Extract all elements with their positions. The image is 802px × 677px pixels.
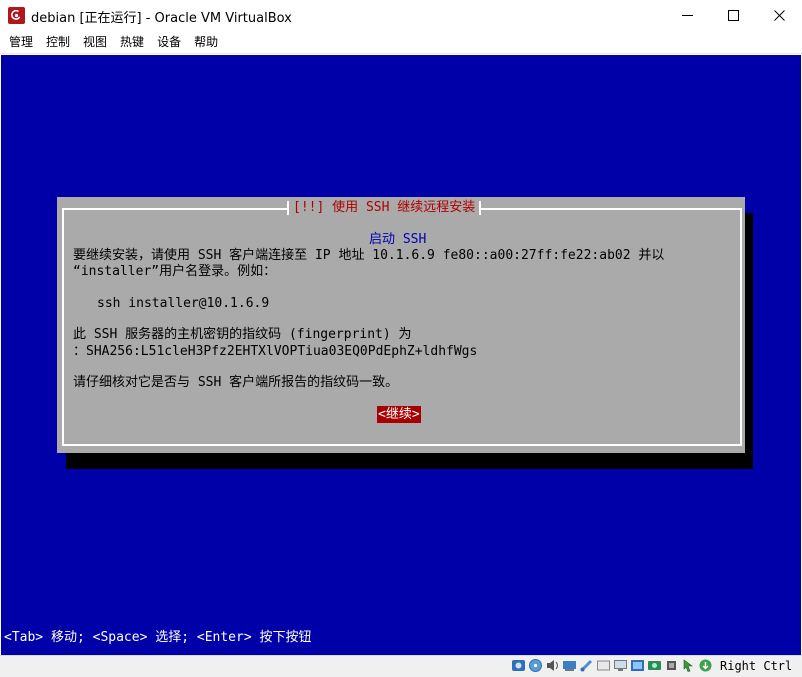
vm-display[interactable]: [!!] 使用 SSH 继续远程安装 启动 SSH 要继续安装，请使用 SSH … [1, 55, 801, 655]
menu-item-view[interactable]: 视图 [77, 31, 114, 54]
verify-instruction: 请仔细核对它是否与 SSH 客户端所报告的指纹码一致。 [73, 375, 399, 390]
maximize-icon [727, 10, 739, 21]
video-capture-icon[interactable] [630, 658, 645, 673]
network-icon[interactable] [562, 658, 577, 673]
minimize-button[interactable] [664, 0, 710, 31]
shared-folder-icon[interactable] [596, 658, 611, 673]
fingerprint-label: 此 SSH 服务器的主机密钥的指纹码 (fingerprint) 为 [73, 327, 412, 342]
menu-bar: 管理 控制 视图 热键 设备 帮助 [0, 31, 802, 54]
continue-button[interactable]: <继续> [377, 406, 421, 423]
window-titlebar[interactable]: debian [正在运行] - Oracle VM VirtualBox [0, 0, 802, 31]
keyboard-help-line: <Tab> 移动; <Space> 选择; <Enter> 按下按钮 [4, 630, 312, 645]
menu-item-hotkey[interactable]: 热键 [114, 31, 151, 54]
hard-disk-icon[interactable] [511, 658, 526, 673]
audio-icon[interactable] [545, 658, 560, 673]
virtualbox-app-icon [8, 7, 25, 24]
close-button[interactable] [756, 0, 802, 31]
ssh-example-command: ssh installer@10.1.6.9 [97, 296, 270, 311]
host-key-label: Right Ctrl [720, 659, 793, 673]
close-icon [773, 10, 785, 21]
menu-item-control[interactable]: 控制 [40, 31, 77, 54]
optical-drive-icon[interactable] [528, 658, 543, 673]
dialog-title: [!!] 使用 SSH 继续远程安装 [287, 198, 482, 218]
menu-item-help[interactable]: 帮助 [188, 31, 225, 54]
minimize-icon [681, 15, 693, 16]
menu-item-manage[interactable]: 管理 [3, 31, 40, 54]
display-icon[interactable] [613, 658, 628, 673]
recording-icon[interactable] [647, 658, 662, 673]
instruction-line-2: “installer”用户名登录。例如： [73, 264, 277, 279]
instruction-line-1: 要继续安装，请使用 SSH 客户端连接至 IP 地址 10.1.6.9 fe80… [73, 248, 665, 263]
cpu-icon[interactable] [664, 658, 679, 673]
usb-icon[interactable] [579, 658, 594, 673]
dialog-heading: 启动 SSH [369, 232, 427, 247]
maximize-button[interactable] [710, 0, 756, 31]
fingerprint-value: ：SHA256:L51cleH3Pfz2EHTXlVOPTiua03EQ0PdE… [73, 344, 478, 359]
menu-item-devices[interactable]: 设备 [151, 31, 188, 54]
status-bar: Right Ctrl [0, 655, 802, 677]
mouse-integration-icon[interactable] [681, 658, 696, 673]
keyboard-icon[interactable] [698, 658, 713, 673]
window-title: debian [正在运行] - Oracle VM VirtualBox [31, 11, 292, 26]
